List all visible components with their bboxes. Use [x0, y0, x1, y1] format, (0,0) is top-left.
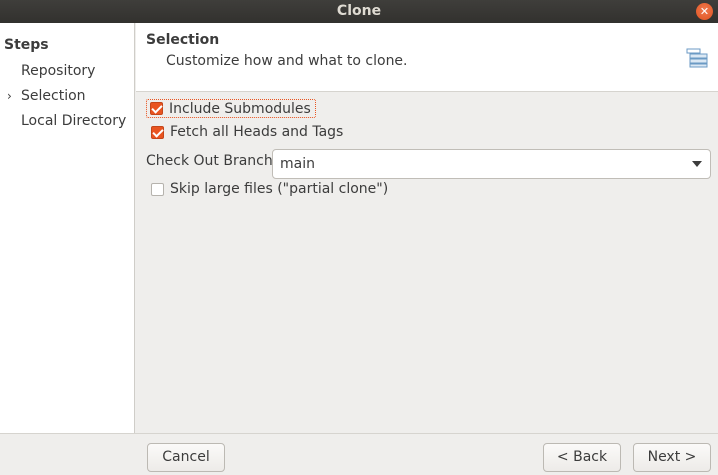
page-description: Customize how and what to clone. — [166, 53, 408, 69]
branch-select[interactable]: main — [272, 149, 711, 179]
fetch-all-label: Fetch all Heads and Tags — [170, 124, 344, 140]
window-title: Clone — [336, 3, 382, 19]
page-title: Selection — [146, 32, 220, 48]
step-local-directory[interactable]: Local Directory — [21, 113, 126, 129]
branch-value: main — [280, 156, 315, 172]
wizard-list-icon — [686, 48, 708, 68]
include-submodules-checkbox[interactable] — [150, 102, 163, 115]
close-icon[interactable]: ✕ — [696, 3, 713, 20]
cancel-button[interactable]: Cancel — [147, 443, 225, 472]
steps-panel: Steps Repository › Selection Local Direc… — [0, 23, 135, 433]
dropdown-arrow-icon[interactable] — [692, 161, 702, 167]
skip-large-row[interactable]: Skip large files ("partial clone") — [151, 181, 388, 197]
next-button[interactable]: Next > — [633, 443, 711, 472]
skip-large-checkbox[interactable] — [151, 182, 164, 196]
fetch-all-checkbox[interactable] — [151, 125, 164, 139]
bottom-divider — [0, 433, 718, 434]
skip-large-label: Skip large files ("partial clone") — [170, 181, 389, 197]
step-repository[interactable]: Repository — [21, 63, 95, 79]
wizard-header: Selection Customize how and what to clon… — [136, 23, 718, 92]
branch-label: Check Out Branch: — [146, 153, 278, 169]
fetch-all-row[interactable]: Fetch all Heads and Tags — [151, 124, 343, 140]
include-submodules-label: Include Submodules — [169, 100, 311, 117]
step-selection[interactable]: Selection — [21, 88, 86, 104]
current-step-chevron-icon: › — [7, 89, 12, 103]
steps-title: Steps — [4, 37, 49, 53]
window-titlebar: Clone ✕ — [0, 0, 718, 23]
include-submodules-row[interactable]: Include Submodules — [146, 99, 316, 118]
focus-ring: Include Submodules — [146, 99, 316, 118]
back-button[interactable]: < Back — [543, 443, 621, 472]
